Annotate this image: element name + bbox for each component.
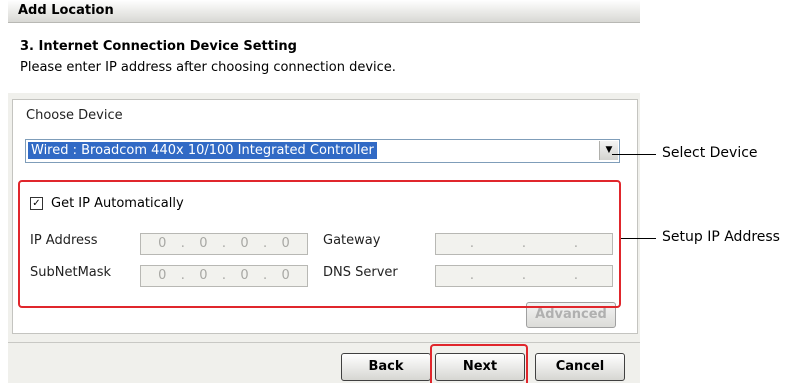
setup-ip-highlight	[18, 180, 621, 308]
setup-ip-callout: Setup IP Address	[662, 229, 780, 245]
footer-divider	[8, 342, 640, 343]
cancel-button[interactable]: Cancel	[535, 353, 625, 381]
dialog-title: Add Location	[18, 3, 114, 18]
choose-device-label: Choose Device	[26, 108, 123, 123]
wizard-header: 3. Internet Connection Device Setting Pl…	[8, 23, 640, 93]
step-description: Please enter IP address after choosing c…	[20, 60, 396, 75]
back-button[interactable]: Back	[341, 353, 431, 381]
device-select[interactable]: Wired : Broadcom 440x 10/100 Integrated …	[25, 139, 620, 163]
select-device-callout-line	[612, 154, 656, 155]
next-button-highlight	[430, 344, 528, 383]
select-device-callout: Select Device	[662, 145, 758, 161]
setup-ip-callout-line	[621, 238, 656, 239]
dropdown-arrow-icon[interactable]: ▼	[599, 141, 618, 160]
dialog-titlebar: Add Location	[8, 0, 640, 23]
step-title: 3. Internet Connection Device Setting	[20, 39, 297, 54]
device-select-value: Wired : Broadcom 440x 10/100 Integrated …	[28, 142, 377, 159]
